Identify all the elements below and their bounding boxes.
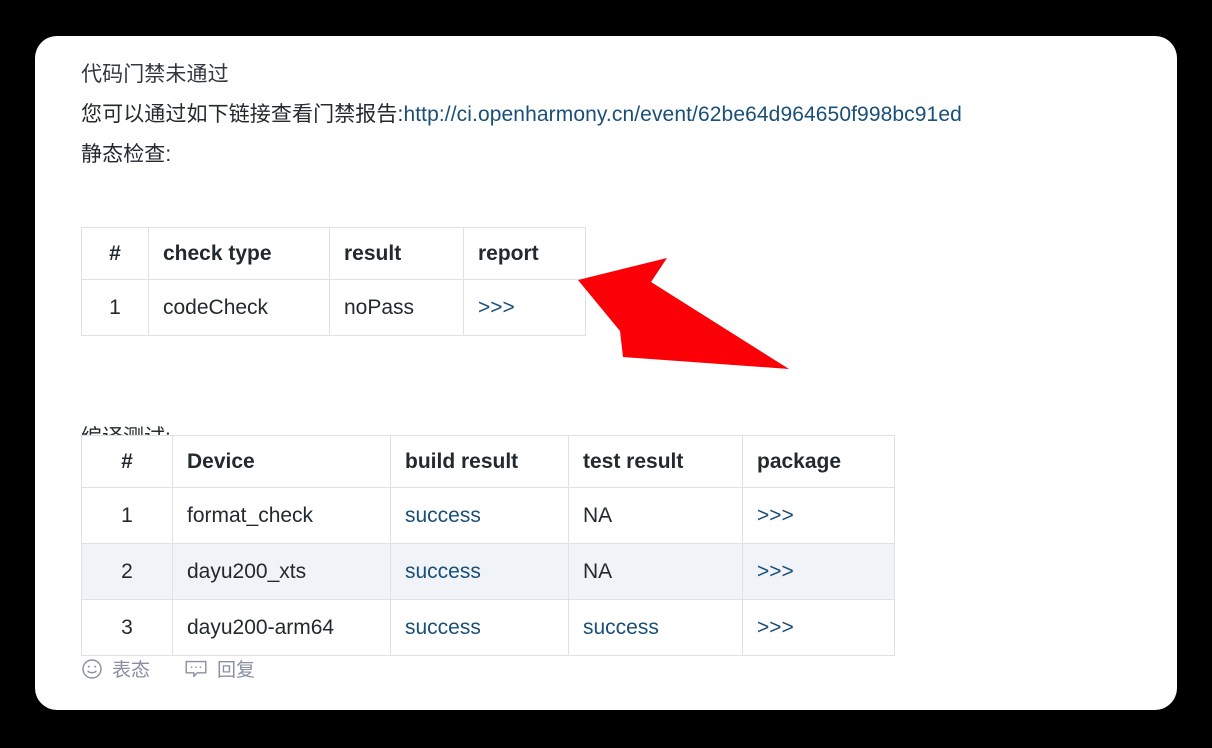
column-header-test-result: test result [568,435,743,488]
cell-package: >>> [742,543,895,600]
column-header-device: Device [172,435,391,488]
package-link[interactable]: >>> [757,560,794,583]
report-url-link[interactable]: http://ci.openharmony.cn/event/62be64d96… [403,103,961,126]
cell-test-result: success [568,599,743,656]
column-header-index: # [81,435,173,488]
table-row: 1 codeCheck noPass >>> [81,279,586,336]
cell-test-result: NA [568,487,743,544]
build-test-table: # Device build result test result packag… [81,435,895,656]
table-row: 2 dayu200_xts success NA >>> [81,543,895,600]
reply-button-label: 回复 [217,660,256,681]
cell-check-type: codeCheck [148,279,330,336]
report-description-line: 您可以通过如下链接查看门禁报告:http://ci.openharmony.cn… [81,95,962,135]
cell-index: 2 [81,543,173,600]
speech-bubble-icon [184,658,208,680]
cell-build-result: success [390,599,569,656]
cell-test-result: NA [568,543,743,600]
build-result-status: success [405,615,481,639]
table-row: 1 format_check success NA >>> [81,487,895,544]
cell-package: >>> [742,487,895,544]
column-header-result: result [329,227,464,280]
cell-index: 1 [81,487,173,544]
report-detail-link[interactable]: >>> [478,296,515,319]
table-header-row: # Device build result test result packag… [81,435,895,488]
package-link[interactable]: >>> [757,616,794,639]
static-check-table: # check type result report 1 codeCheck n… [81,227,586,336]
cell-device: dayu200-arm64 [172,599,391,656]
message-text-block: 代码门禁未通过 您可以通过如下链接查看门禁报告:http://ci.openha… [81,55,962,175]
column-header-package: package [742,435,895,488]
cell-index: 3 [81,599,173,656]
comment-card: 代码门禁未通过 您可以通过如下链接查看门禁报告:http://ci.openha… [35,36,1177,710]
cell-package: >>> [742,599,895,656]
static-check-label-line: 静态检查: [81,143,172,166]
build-result-status: success [405,559,481,583]
column-header-index: # [81,227,149,280]
column-header-build-result: build result [390,435,569,488]
table-header-row: # check type result report [81,227,586,280]
comment-action-bar: 表态 回复 [81,655,255,682]
column-header-check-type: check type [148,227,330,280]
build-result-status: success [405,503,481,527]
react-button[interactable]: 表态 [81,655,150,682]
cell-device: dayu200_xts [172,543,391,600]
reply-button[interactable]: 回复 [184,655,255,682]
report-description-prefix: 您可以通过如下链接查看门禁报告: [81,103,404,126]
column-header-report: report [463,227,586,280]
package-link[interactable]: >>> [757,504,794,527]
test-result-status: success [583,615,659,639]
cell-device: format_check [172,487,391,544]
smiley-face-icon [81,658,103,680]
card-content: 代码门禁未通过 您可以通过如下链接查看门禁报告:http://ci.openha… [81,55,1177,710]
react-button-label: 表态 [112,660,151,681]
table-row: 3 dayu200-arm64 success success >>> [81,599,895,656]
cell-build-result: success [390,487,569,544]
cell-build-result: success [390,543,569,600]
cell-result: noPass [329,279,464,336]
page-title: 代码门禁未通过 [81,63,229,86]
cell-index: 1 [81,279,149,336]
cell-report: >>> [463,279,586,336]
